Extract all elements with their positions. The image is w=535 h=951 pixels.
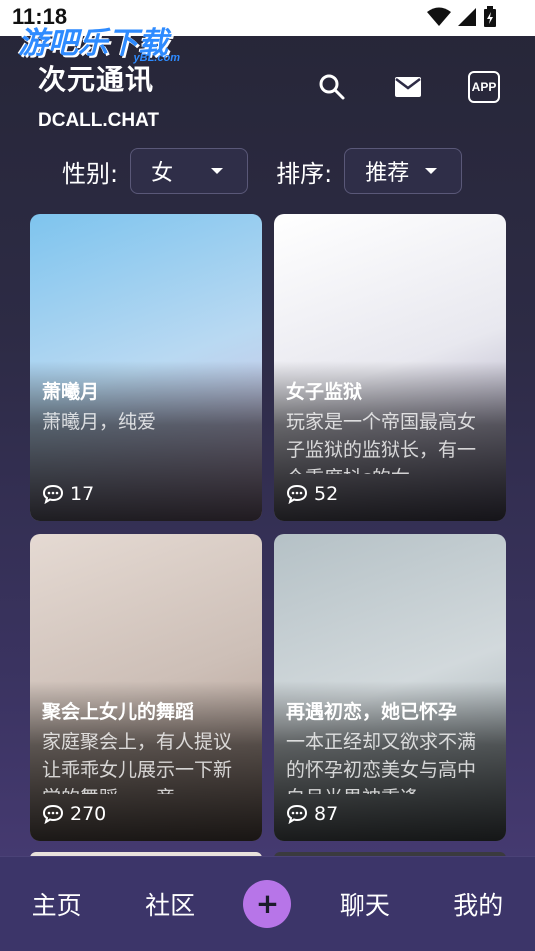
comment-count-value: 52 xyxy=(314,483,339,505)
character-name: 萧曦月 xyxy=(42,381,100,403)
battery-icon xyxy=(484,6,496,27)
character-description: 萧曦月，纯爱 xyxy=(42,411,157,433)
nav-chat[interactable]: 聊天 xyxy=(325,886,405,922)
character-description: 玩家是一个帝国最高女子监狱的监狱长，有一个重度抖s的女 xyxy=(286,411,477,474)
character-card[interactable]: 聚会上女儿的舞蹈 家庭聚会上，有人提议让乖乖女儿展示一下新学的舞蹈，一旁 270 xyxy=(30,534,262,841)
character-name: 女子监狱 xyxy=(286,381,363,403)
character-card[interactable]: 再遇初恋，她已怀孕 一本正经却又欲求不满的怀孕初恋美女与高中白月光男神重逢 87 xyxy=(274,534,506,841)
chevron-down-icon xyxy=(211,168,224,174)
gender-select[interactable]: 女 xyxy=(130,148,249,194)
app-domain: DCALL.CHAT xyxy=(38,110,160,131)
wifi-icon xyxy=(427,7,451,26)
character-name: 聚会上女儿的舞蹈 xyxy=(42,701,195,723)
comment-count: 17 xyxy=(42,483,94,505)
mail-icon xyxy=(395,77,421,97)
comment-count: 87 xyxy=(286,803,338,825)
comment-icon xyxy=(42,804,64,824)
nav-mine[interactable]: 我的 xyxy=(438,886,518,922)
comment-icon xyxy=(286,484,308,504)
status-icons xyxy=(427,6,497,28)
comment-count-value: 87 xyxy=(314,803,339,825)
search-icon xyxy=(319,74,345,100)
plus-icon: + xyxy=(255,887,280,920)
nav-home[interactable]: 主页 xyxy=(17,886,97,922)
search-button[interactable] xyxy=(315,70,349,104)
mail-button[interactable] xyxy=(391,70,425,104)
character-card[interactable]: 女子监狱 玩家是一个帝国最高女子监狱的监狱长，有一个重度抖s的女 52 xyxy=(274,214,506,521)
sort-value: 推荐 xyxy=(365,161,410,186)
signal-icon xyxy=(458,8,476,26)
comment-count: 270 xyxy=(42,803,106,825)
app-download-button[interactable]: APP xyxy=(467,70,501,104)
header: 次元通讯 DCALL.CHAT xyxy=(38,58,159,132)
header-actions: APP xyxy=(315,70,501,104)
bottom-nav: 主页 社区 + 聊天 我的 xyxy=(0,856,535,951)
sort-select[interactable]: 推荐 xyxy=(344,148,463,194)
sort-label: 排序: xyxy=(276,159,333,188)
comment-count-value: 17 xyxy=(70,483,95,505)
character-name: 再遇初恋，她已怀孕 xyxy=(286,701,458,723)
app-badge: APP xyxy=(468,71,500,103)
comment-icon xyxy=(286,804,308,824)
gender-value: 女 xyxy=(151,161,174,186)
comment-count: 52 xyxy=(286,483,338,505)
comment-icon xyxy=(42,484,64,504)
gender-label: 性别: xyxy=(62,159,119,188)
comment-count-value: 270 xyxy=(70,803,107,825)
create-button[interactable]: + xyxy=(243,880,292,928)
app-title: 次元通讯 xyxy=(38,63,155,96)
chevron-down-icon xyxy=(425,168,438,174)
filter-bar: 性别: 女 排序: 推荐 xyxy=(62,148,490,194)
character-description: 家庭聚会上，有人提议让乖乖女儿展示一下新学的舞蹈，一旁 xyxy=(42,731,233,794)
character-card[interactable]: 萧曦月 萧曦月，纯爱 17 xyxy=(30,214,262,521)
character-description: 一本正经却又欲求不满的怀孕初恋美女与高中白月光男神重逢 xyxy=(286,731,477,794)
nav-community[interactable]: 社区 xyxy=(130,886,210,922)
